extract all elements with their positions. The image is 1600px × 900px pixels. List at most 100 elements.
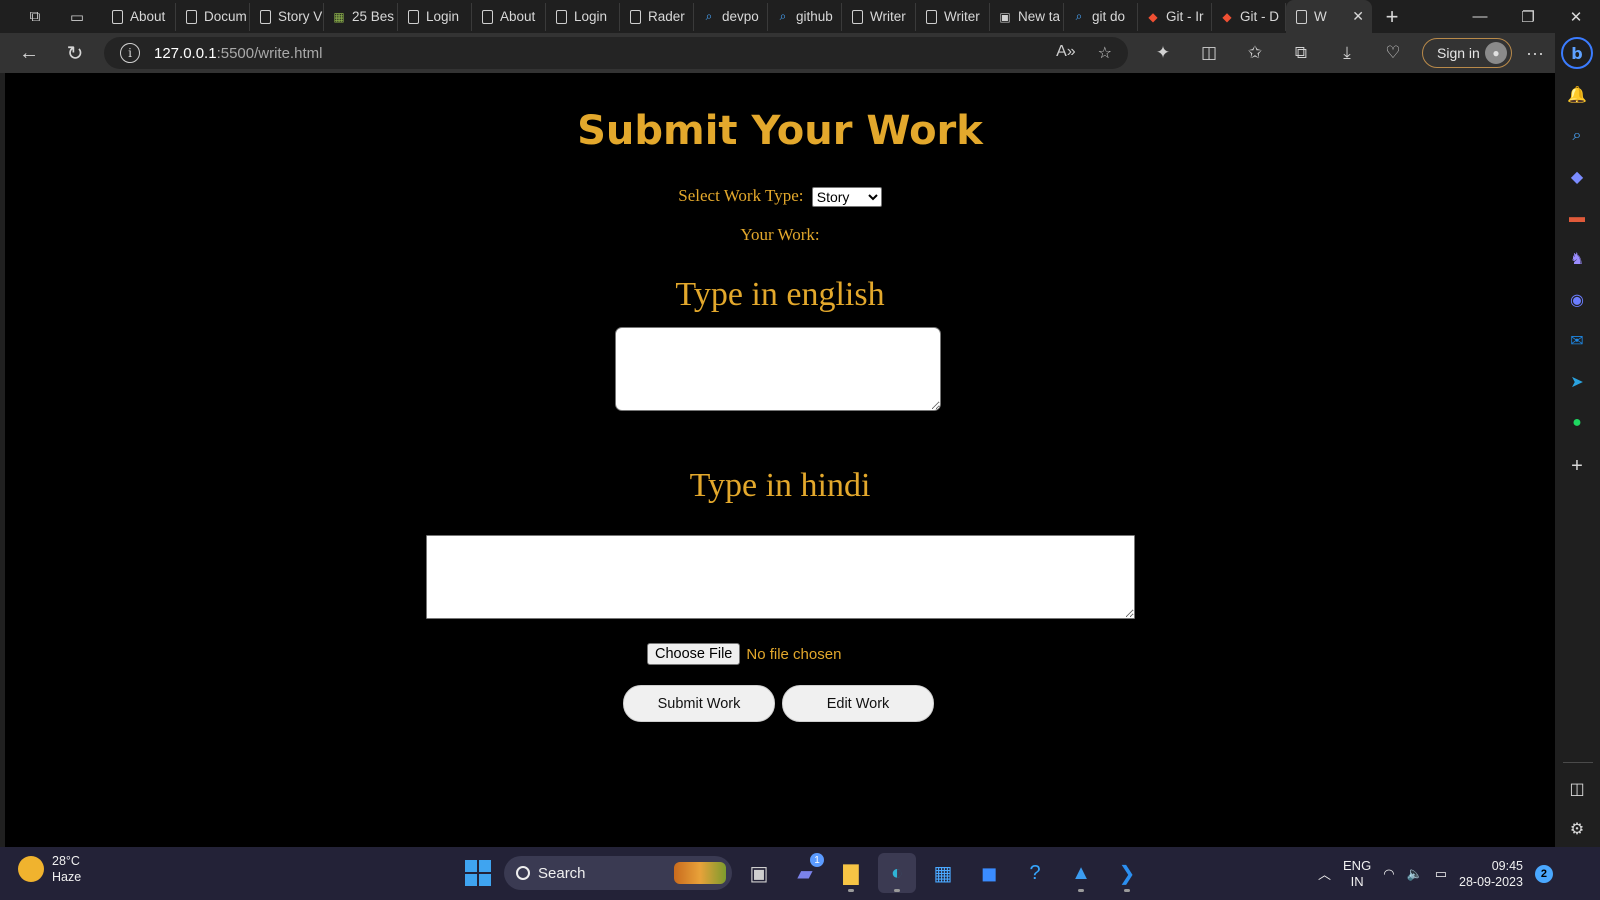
weather-widget[interactable]: 28°C Haze: [18, 853, 81, 885]
english-textarea[interactable]: [615, 327, 941, 411]
read-aloud-icon[interactable]: A»: [1056, 43, 1076, 63]
edit-work-button[interactable]: Edit Work: [782, 685, 934, 722]
close-tab-icon[interactable]: ✕: [1352, 8, 1364, 25]
sign-in-button[interactable]: Sign in ●: [1422, 38, 1512, 68]
new-tab-button[interactable]: +: [1372, 0, 1412, 33]
tab[interactable]: About: [472, 2, 546, 31]
tab-active[interactable]: W ✕: [1286, 0, 1372, 33]
shopping-tag-icon[interactable]: ◆: [1563, 163, 1591, 191]
favorite-star-icon[interactable]: ☆: [1098, 43, 1112, 63]
tab[interactable]: Login: [398, 2, 472, 31]
browser-essentials-icon[interactable]: ♡: [1370, 33, 1416, 73]
wifi-icon[interactable]: ◠: [1383, 866, 1394, 882]
page-content: Submit Your Work Select Work Type: Story…: [5, 73, 1555, 847]
workspaces-icon[interactable]: ⧉: [14, 0, 56, 33]
tools-icon[interactable]: ▬: [1563, 204, 1591, 232]
tab-label: git do: [1092, 9, 1126, 24]
close-window-button[interactable]: ✕: [1552, 0, 1600, 33]
microsoft-365-icon[interactable]: ◉: [1563, 286, 1591, 314]
tab-label: New ta: [1018, 9, 1061, 24]
battery-icon[interactable]: ▭: [1435, 866, 1447, 882]
tab[interactable]: ⌕ git do: [1064, 2, 1138, 31]
tab[interactable]: ⌕ devpo: [694, 2, 768, 31]
clock[interactable]: 09:45 28-09-2023: [1459, 858, 1523, 890]
teams-badge: 1: [810, 853, 824, 867]
tab-label: Git - Ir: [1166, 9, 1204, 24]
extensions-icon[interactable]: ✦: [1140, 33, 1186, 73]
tab-label: Docum: [204, 9, 247, 24]
back-button[interactable]: ←: [6, 33, 52, 73]
volume-icon[interactable]: 🔈: [1407, 866, 1423, 882]
tab[interactable]: Story V: [250, 2, 324, 31]
document-icon: [184, 9, 198, 25]
work-type-select[interactable]: Story: [811, 187, 882, 208]
file-explorer-icon[interactable]: ▇: [832, 853, 870, 893]
tab[interactable]: Login: [546, 2, 620, 31]
haze-weather-icon: [18, 856, 44, 882]
tab[interactable]: Docum: [176, 2, 250, 31]
help-icon[interactable]: ?: [1016, 853, 1054, 893]
submit-work-button[interactable]: Submit Work: [623, 685, 775, 722]
tab[interactable]: ⌕ github: [768, 2, 842, 31]
document-icon: [406, 9, 420, 25]
tab[interactable]: Rader: [620, 2, 694, 31]
document-icon: [480, 9, 494, 25]
tab-label: Login: [574, 9, 608, 24]
tab[interactable]: ◆ Git - D: [1212, 2, 1286, 31]
sign-in-label: Sign in: [1437, 45, 1480, 61]
sidebar-settings-icon[interactable]: ⚙: [1563, 815, 1591, 843]
notification-badge[interactable]: 2: [1534, 864, 1553, 883]
taskbar-search[interactable]: Search: [504, 856, 732, 890]
tab-label: Rader: [648, 9, 685, 24]
downloads-icon[interactable]: ⤓: [1324, 33, 1370, 73]
minimize-button[interactable]: —: [1456, 0, 1504, 33]
search-icon[interactable]: ⌕: [1563, 122, 1591, 150]
notification-bell-icon[interactable]: 🔔: [1563, 81, 1591, 109]
games-icon[interactable]: ♞: [1563, 245, 1591, 273]
search-label: Search: [538, 864, 586, 882]
refresh-button[interactable]: ↻: [52, 33, 98, 73]
tab[interactable]: Writer: [916, 2, 990, 31]
show-hidden-icons-icon[interactable]: ︿: [1318, 864, 1331, 883]
language-indicator[interactable]: ENG IN: [1343, 858, 1371, 890]
clock-time: 09:45: [1491, 858, 1523, 873]
tab-actions-icon[interactable]: ▭: [56, 0, 98, 33]
english-heading: Type in english: [675, 276, 885, 313]
restore-button[interactable]: ❐: [1504, 0, 1552, 33]
tab[interactable]: ◆ Git - Ir: [1138, 2, 1212, 31]
more-options-icon[interactable]: ···: [1512, 33, 1558, 73]
split-screen-icon[interactable]: ◫: [1186, 33, 1232, 73]
tab[interactable]: Writer: [842, 2, 916, 31]
temperature: 28°C: [52, 854, 80, 868]
add-sidebar-app-icon[interactable]: +: [1563, 452, 1591, 480]
teams-icon[interactable]: ▰ 1: [786, 853, 824, 893]
tab[interactable]: About: [102, 2, 176, 31]
copilot-icon[interactable]: b: [1561, 37, 1593, 69]
mcafee-icon[interactable]: ◼: [970, 853, 1008, 893]
hide-sidebar-icon[interactable]: ◫: [1563, 775, 1591, 803]
microsoft-store-icon[interactable]: ▦: [924, 853, 962, 893]
task-view-icon[interactable]: ▣: [740, 853, 778, 893]
favorites-icon[interactable]: ✩: [1232, 33, 1278, 73]
address-bar[interactable]: i 127.0.0.1:5500/write.html A» ☆: [104, 37, 1128, 69]
url-text[interactable]: 127.0.0.1:5500/write.html: [154, 45, 322, 62]
outlook-icon[interactable]: ✉: [1563, 327, 1591, 355]
search-icon: [516, 866, 530, 880]
tab-label: About: [500, 9, 536, 24]
choose-file-button[interactable]: Choose File: [647, 643, 741, 665]
spotify-icon[interactable]: ●: [1563, 409, 1591, 437]
drop-icon[interactable]: ➤: [1563, 368, 1591, 396]
avatar: ●: [1485, 42, 1507, 64]
edge-icon[interactable]: ◐: [878, 853, 916, 893]
site-info-icon[interactable]: i: [120, 43, 140, 63]
tab[interactable]: ▣ New ta: [990, 2, 1064, 31]
document-icon: [554, 9, 568, 25]
start-button[interactable]: [460, 855, 496, 891]
tab[interactable]: ▦ 25 Bes: [324, 2, 398, 31]
hindi-textarea[interactable]: [426, 535, 1135, 619]
photos-icon[interactable]: ▲: [1062, 853, 1100, 893]
collections-icon[interactable]: ⧉: [1278, 33, 1324, 73]
vscode-icon[interactable]: ❯: [1108, 853, 1146, 893]
document-icon: [258, 9, 272, 25]
system-tray: ︿ ENG IN ◠ 🔈 ▭ 09:45 28-09-2023 2: [1318, 847, 1553, 900]
